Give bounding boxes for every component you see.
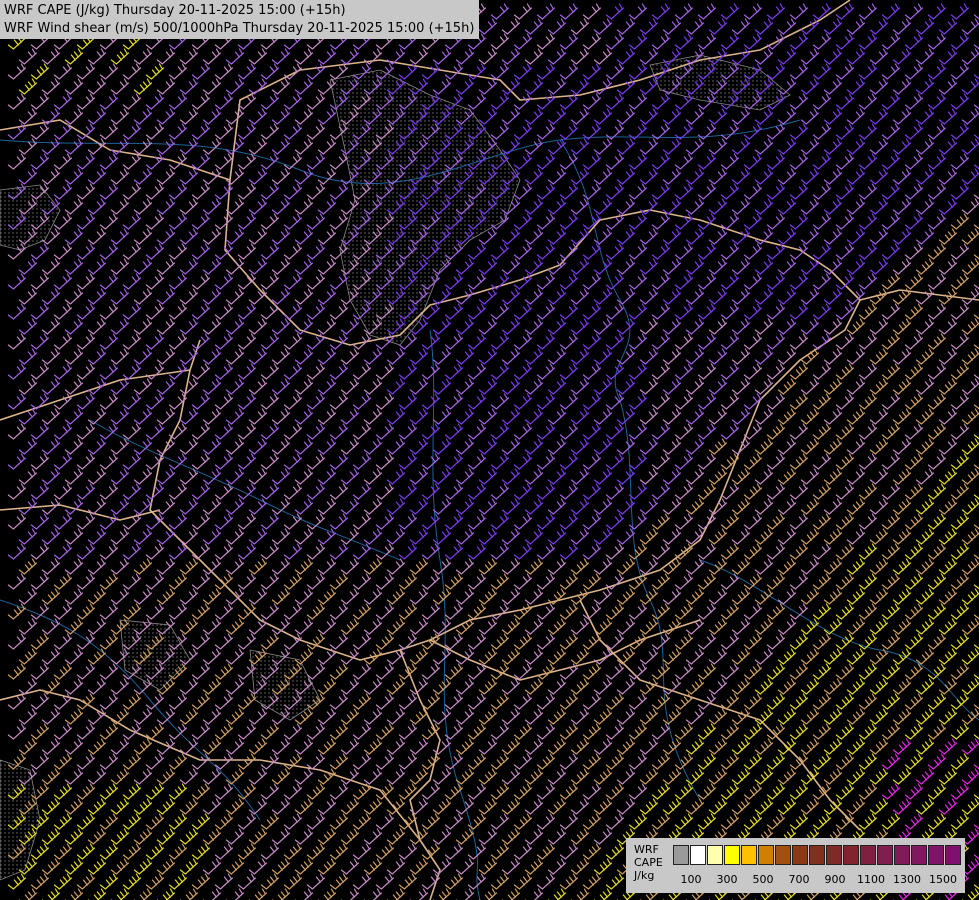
legend-swatch <box>809 845 825 865</box>
legend-tick-label: 1300 <box>893 873 921 886</box>
legend-swatch <box>911 845 927 865</box>
map-title-box: WRF CAPE (J/kg) Thursday 20-11-2025 15:0… <box>0 0 480 39</box>
title-cape: WRF CAPE (J/kg) Thursday 20-11-2025 15:0… <box>4 3 346 18</box>
legend-tick-label: 700 <box>788 873 810 886</box>
legend-swatch <box>843 845 859 865</box>
cape-legend: WRF CAPE J/kg 100 300 500 700 900 1100 1300 150… <box>626 838 965 893</box>
legend-tick-label: 1100 <box>857 873 885 886</box>
legend-swatch <box>707 845 723 865</box>
legend-swatch <box>928 845 944 865</box>
legend-label-model: WRF <box>634 843 659 856</box>
legend-swatch <box>741 845 757 865</box>
legend-swatch <box>792 845 808 865</box>
legend-swatch <box>758 845 774 865</box>
legend-tick-label: 100 <box>680 873 702 886</box>
legend-swatch <box>775 845 791 865</box>
forecast-map <box>0 0 979 900</box>
legend-tick-label: 900 <box>824 873 846 886</box>
legend-swatch <box>690 845 706 865</box>
legend-swatch <box>826 845 842 865</box>
legend-swatch <box>724 845 740 865</box>
legend-swatch <box>860 845 876 865</box>
legend-label-var: CAPE <box>634 856 663 869</box>
legend-tick-label: 1500 <box>929 873 957 886</box>
legend-tick-label: 300 <box>716 873 738 886</box>
legend-swatch <box>894 845 910 865</box>
legend-swatch <box>673 845 689 865</box>
legend-swatch <box>945 845 961 865</box>
legend-swatches <box>673 845 962 865</box>
legend-tick-label: 500 <box>752 873 774 886</box>
legend-swatch <box>877 845 893 865</box>
title-wind-shear: WRF Wind shear (m/s) 500/1000hPa Thursda… <box>4 21 475 36</box>
legend-ticks: 100 300 500 700 900 1100 1300 1500 <box>626 873 965 887</box>
